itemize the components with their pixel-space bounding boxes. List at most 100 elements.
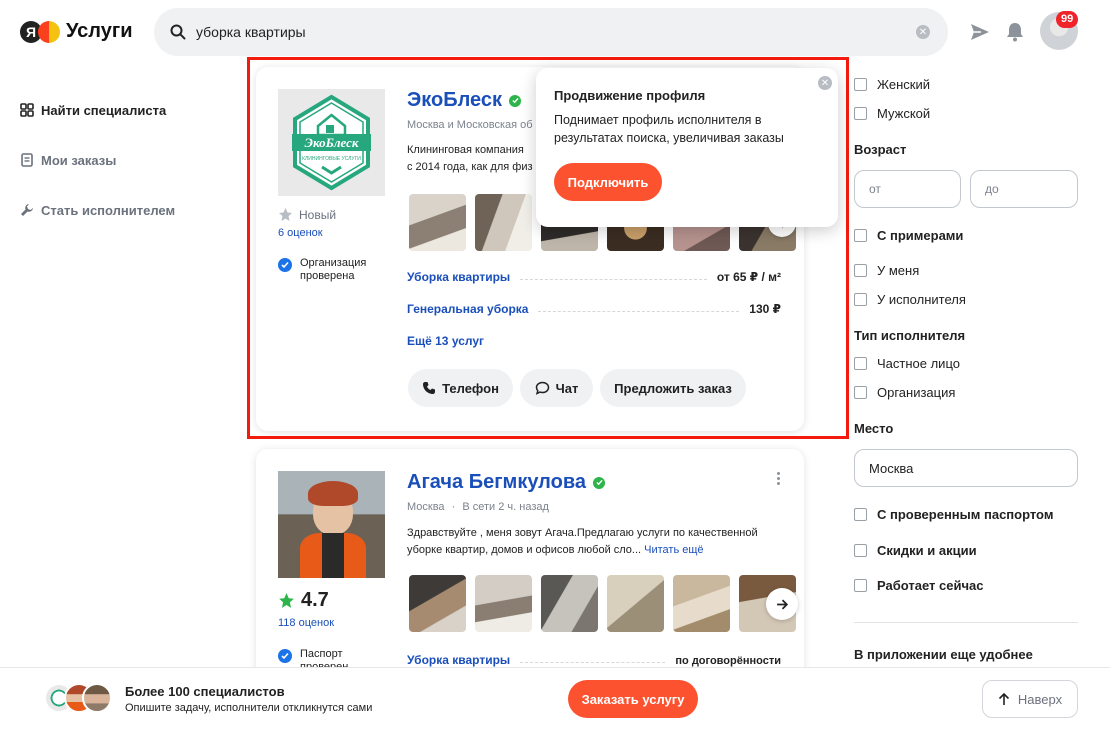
close-icon[interactable]: ✕	[818, 76, 832, 90]
more-options-icon[interactable]	[777, 472, 781, 487]
age-to-field[interactable]: до	[970, 170, 1078, 208]
rating-block: 4.7	[278, 589, 329, 612]
filter-label: Скидки и акции	[877, 543, 977, 558]
nav-label: Мои заказы	[41, 152, 117, 168]
age-title: Возраст	[854, 142, 907, 157]
popover-title: Продвижение профиля	[554, 88, 706, 103]
verified-check-icon	[278, 649, 292, 663]
logo-disc-icon	[38, 20, 60, 43]
search-bar: ✕	[154, 8, 948, 56]
service-row[interactable]: Уборка квартиры по договорённости	[407, 653, 781, 667]
filter-place-performer[interactable]: У исполнителя	[854, 292, 966, 307]
performer-type-title: Тип исполнителя	[854, 328, 966, 343]
checkbox[interactable]	[854, 264, 867, 277]
online-status: В сети 2 ч. назад	[462, 501, 549, 513]
search-input[interactable]	[196, 24, 886, 40]
performer-description: Здравствуйте , меня зовут Агача.Предлага…	[407, 525, 758, 559]
read-more-link[interactable]: Читать ещё	[644, 544, 703, 556]
profile-promotion-popover: ✕ Продвижение профиля Поднимает профиль …	[536, 68, 838, 227]
filter-discounts[interactable]: Скидки и акции	[854, 543, 977, 558]
arrow-up-icon	[998, 692, 1009, 705]
checkbox[interactable]	[854, 357, 867, 370]
connect-button[interactable]: Подключить	[554, 163, 662, 201]
send-icon[interactable]	[970, 23, 990, 41]
filter-gender-male[interactable]: Мужской	[854, 106, 930, 121]
place-title: Место	[854, 421, 894, 436]
wrench-icon	[21, 204, 33, 216]
filter-place-mine[interactable]: У меня	[854, 263, 919, 278]
service-name: Уборка квартиры	[407, 653, 511, 667]
performer-name[interactable]: Агача Бегмкулова	[407, 471, 605, 494]
shirt-shape	[322, 533, 344, 578]
filter-type-organization[interactable]: Организация	[854, 385, 955, 400]
bottom-bar-title: Более 100 специалистов	[125, 684, 285, 699]
dotted-leader	[520, 662, 666, 663]
gallery-photo[interactable]	[607, 575, 664, 632]
filter-label: Мужской	[877, 106, 931, 121]
checkbox[interactable]	[854, 579, 867, 592]
scroll-top-button[interactable]: Наверх	[982, 680, 1078, 718]
orders-icon	[21, 153, 33, 167]
nav-become-performer[interactable]: Стать исполнителем	[20, 200, 175, 220]
specialist-avatar	[82, 683, 112, 713]
filter-label: Частное лицо	[877, 356, 960, 371]
performer-meta: Москва · В сети 2 ч. назад	[407, 501, 549, 513]
filter-with-examples[interactable]: С примерами	[854, 228, 963, 243]
search-icon	[170, 24, 186, 40]
checkbox[interactable]	[854, 508, 867, 521]
order-service-button[interactable]: Заказать услугу	[568, 680, 698, 718]
performer-photo[interactable]	[278, 471, 385, 578]
gallery-photo[interactable]	[673, 575, 730, 632]
checkbox[interactable]	[854, 386, 867, 399]
yandex-services-logo[interactable]: Я Услуги	[20, 20, 133, 43]
logo-text: Услуги	[66, 20, 133, 42]
filter-label: У меня	[877, 263, 920, 278]
filter-label: Работает сейчас	[877, 578, 984, 593]
gallery-next-button[interactable]	[766, 588, 798, 620]
filter-type-private[interactable]: Частное лицо	[854, 356, 960, 371]
bell-icon[interactable]	[1006, 22, 1024, 42]
scroll-top-label: Наверх	[1017, 691, 1063, 707]
reviews-link[interactable]: 118 оценок	[278, 617, 334, 629]
description-line: уборке квартир, домов и офисов любой сло…	[407, 544, 642, 556]
place-field[interactable]: Москва	[854, 449, 1078, 487]
gallery-photo[interactable]	[541, 575, 598, 632]
checkbox[interactable]	[854, 78, 867, 91]
hair-shape	[308, 481, 358, 506]
filter-label: Организация	[877, 385, 956, 400]
filter-label: С примерами	[877, 228, 964, 243]
nav-label: Найти специалиста	[41, 102, 167, 118]
filter-passport[interactable]: С проверенным паспортом	[854, 507, 1053, 522]
service-price: по договорённости	[675, 655, 781, 667]
header: Я Услуги ✕ 99	[0, 0, 1110, 64]
nav-label: Стать исполнителем	[41, 202, 176, 218]
filter-gender-female[interactable]: Женский	[854, 77, 930, 92]
grid-icon	[20, 103, 34, 117]
photo-gallery	[409, 575, 805, 632]
verified-text-line1: Паспорт	[300, 648, 343, 660]
popover-text: Поднимает профиль исполнителя в результа…	[554, 113, 784, 145]
clear-search-icon[interactable]: ✕	[916, 25, 930, 39]
bottom-bar-subtitle: Опишите задачу, исполнители откликнутся …	[125, 702, 373, 714]
filter-label: У исполнителя	[877, 292, 966, 307]
nav-find-specialist[interactable]: Найти специалиста	[20, 100, 175, 120]
checkbox[interactable]	[854, 544, 867, 557]
performer-name-text: Агача Бегмкулова	[407, 471, 586, 493]
checkbox[interactable]	[854, 293, 867, 306]
filters-divider	[854, 622, 1078, 623]
bottom-bar: Более 100 специалистов Опишите задачу, и…	[0, 667, 1110, 729]
filter-working-now[interactable]: Работает сейчас	[854, 578, 983, 593]
checkbox[interactable]	[854, 229, 867, 242]
description-line: Здравствуйте , меня зовут Агача.Предлага…	[407, 527, 758, 539]
checkbox[interactable]	[854, 107, 867, 120]
side-navigation: Найти специалиста Мои заказы Стать испол…	[20, 100, 175, 250]
star-green-icon	[279, 593, 294, 608]
filter-label: Женский	[877, 77, 930, 92]
gallery-photo[interactable]	[475, 575, 532, 632]
app-promo-title: В приложении еще удобнее	[854, 647, 1033, 662]
nav-my-orders[interactable]: Мои заказы	[20, 150, 175, 170]
notification-badge: 99	[1056, 11, 1079, 28]
filter-label: С проверенным паспортом	[877, 507, 1054, 522]
gallery-photo[interactable]	[409, 575, 466, 632]
age-from-field[interactable]: от	[854, 170, 961, 208]
